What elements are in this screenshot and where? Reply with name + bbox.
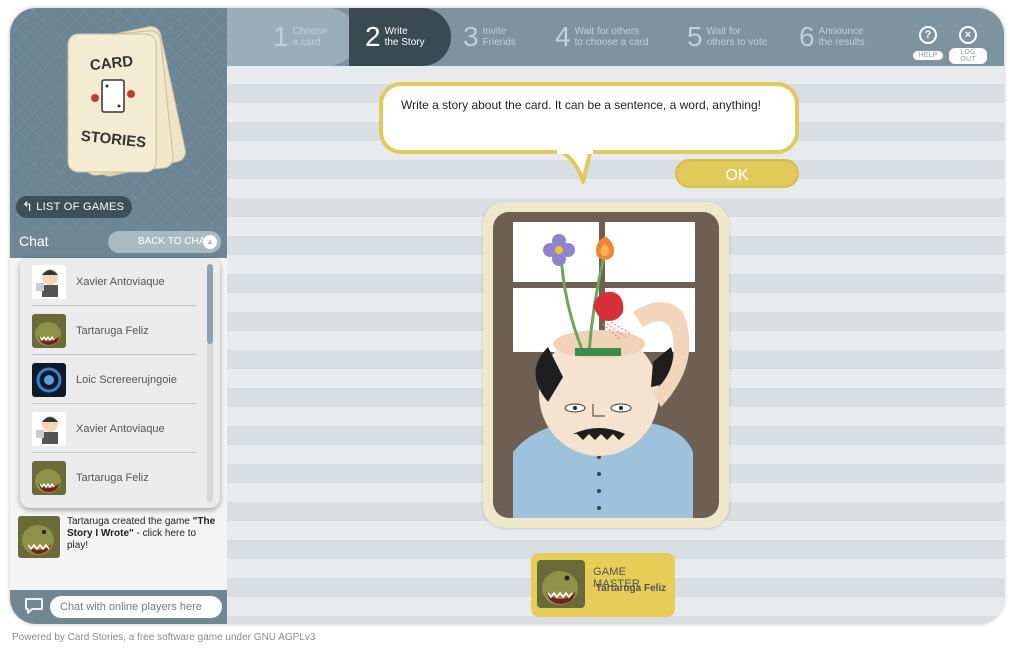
- space-avatar-icon: [32, 362, 66, 397]
- help-label: HELP: [913, 51, 943, 60]
- story-input[interactable]: Write a story about the card. It can be …: [401, 98, 781, 142]
- chat-message-prefix: Tartaruga created the game: [67, 516, 190, 527]
- player-row[interactable]: Loic Screreerujngoie: [32, 356, 197, 404]
- back-to-chat-button[interactable]: BACK TO CHAT ▲: [108, 231, 221, 253]
- game-master-name: Tartaruga Feliz: [595, 583, 667, 594]
- story-box: Write a story about the card. It can be …: [379, 82, 799, 154]
- help-button[interactable]: ? HELP: [909, 26, 947, 62]
- monster-avatar-icon: [32, 461, 66, 495]
- step-label-line2: the results: [818, 37, 865, 48]
- step-label: Wait for others to choose a card: [575, 26, 649, 48]
- back-arrow-icon: ↰: [22, 199, 34, 214]
- step-label: Announce the results: [819, 26, 865, 48]
- card-illustration: [493, 212, 719, 518]
- player-name: Loic Screreerujngoie: [76, 373, 177, 386]
- footer-text: Powered by Card Stories, a free software…: [12, 632, 316, 643]
- player-row[interactable]: Xavier Antoviaque: [32, 405, 197, 453]
- logo-area: CARD STORIES ↰ LIST OF GAMES: [10, 8, 227, 226]
- step-label-line1: Wait for: [706, 26, 741, 37]
- step-label-line1: Invite: [482, 26, 507, 37]
- player-row[interactable]: Xavier Antoviaque: [32, 258, 197, 306]
- chevron-up-icon: ▲: [203, 235, 217, 249]
- player-row[interactable]: Tartaruga Feliz: [32, 454, 197, 502]
- step-write-story: 2 Write the Story: [349, 8, 451, 66]
- step-choose-card: 1 Choose a card: [227, 8, 357, 66]
- question-mark-icon: ?: [919, 26, 937, 44]
- chat-header: Chat BACK TO CHAT ▲: [10, 226, 227, 258]
- xavier-avatar-icon: [32, 264, 66, 299]
- chat-input[interactable]: [50, 596, 222, 618]
- step-label-line2: others to vote: [706, 37, 768, 48]
- logout-label: LOG OUT: [949, 48, 987, 64]
- step-label-line1: Write: [384, 26, 408, 37]
- back-to-chat-label: BACK TO CHAT: [138, 236, 211, 247]
- step-label-line1: Choose: [292, 26, 328, 37]
- monster-avatar-icon: [18, 516, 60, 558]
- step-label: Invite Friends: [483, 26, 516, 48]
- xavier-avatar-icon: [32, 411, 66, 446]
- step-number: 1: [273, 21, 289, 52]
- step-invite-friends: 3 Invite Friends: [463, 8, 516, 66]
- close-icon: ×: [959, 26, 977, 44]
- step-label: Choose a card: [293, 26, 327, 48]
- scrollbar-thumb[interactable]: [207, 264, 213, 344]
- step-label-line2: to choose a card: [574, 37, 649, 48]
- step-number: 2: [365, 21, 381, 52]
- step-label-line1: Wait for others: [574, 26, 640, 37]
- speech-bubble-icon: [25, 598, 43, 614]
- player-list-scrollbar[interactable]: [207, 264, 213, 502]
- player-name: Xavier Antoviaque: [76, 422, 165, 435]
- monster-avatar-icon: [32, 313, 66, 348]
- step-label-line2: Friends: [482, 37, 516, 48]
- online-players-popup: Xavier Antoviaque Tartaruga Feliz Loic S…: [20, 258, 220, 508]
- step-wait-cards: 4 Wait for others to choose a card: [555, 8, 649, 66]
- step-label-line2: the Story: [384, 37, 425, 48]
- step-wait-votes: 5 Wait for others to vote: [687, 8, 767, 66]
- monster-avatar-icon: [537, 560, 585, 608]
- chat-input-bar: [10, 590, 227, 624]
- list-of-games-label: LIST OF GAMES: [36, 201, 125, 213]
- step-label: Write the Story: [385, 26, 425, 48]
- selected-card: [483, 202, 729, 528]
- chat-title: Chat: [19, 233, 49, 249]
- player-name: Tartaruga Feliz: [76, 324, 149, 337]
- main-area: 1 Choose a card 2 Write the Story 3 Invite…: [227, 8, 1004, 624]
- step-number: 5: [687, 21, 703, 52]
- step-label: Wait for others to vote: [707, 26, 768, 48]
- steps-bar: 1 Choose a card 2 Write the Story 3 Invite…: [227, 8, 1004, 66]
- ok-button[interactable]: OK: [675, 159, 799, 188]
- step-announce-results: 6 Announce the results: [799, 8, 865, 66]
- game-master-box: GAME MASTER Tartaruga Feliz: [531, 553, 675, 617]
- step-number: 6: [799, 21, 815, 52]
- player-name: Xavier Antoviaque: [76, 275, 165, 288]
- chat-message-text: Tartaruga created the game "The Story I …: [67, 516, 217, 552]
- list-of-games-button[interactable]: ↰ LIST OF GAMES: [16, 196, 133, 218]
- step-label-line1: Announce: [818, 26, 864, 37]
- logout-button[interactable]: × LOG OUT: [949, 26, 987, 64]
- card-stories-logo: CARD STORIES: [67, 26, 186, 177]
- player-row[interactable]: Tartaruga Feliz: [32, 307, 197, 355]
- step-label-line2: a card: [292, 37, 321, 48]
- step-number: 4: [555, 21, 571, 52]
- player-name: Tartaruga Feliz: [76, 472, 149, 484]
- app-frame: CARD STORIES ↰ LIST OF GAMES Chat BACK T…: [10, 8, 1004, 624]
- step-number: 3: [463, 21, 479, 52]
- speech-bubble-tail: [557, 150, 593, 184]
- sidebar: CARD STORIES ↰ LIST OF GAMES Chat BACK T…: [10, 8, 227, 624]
